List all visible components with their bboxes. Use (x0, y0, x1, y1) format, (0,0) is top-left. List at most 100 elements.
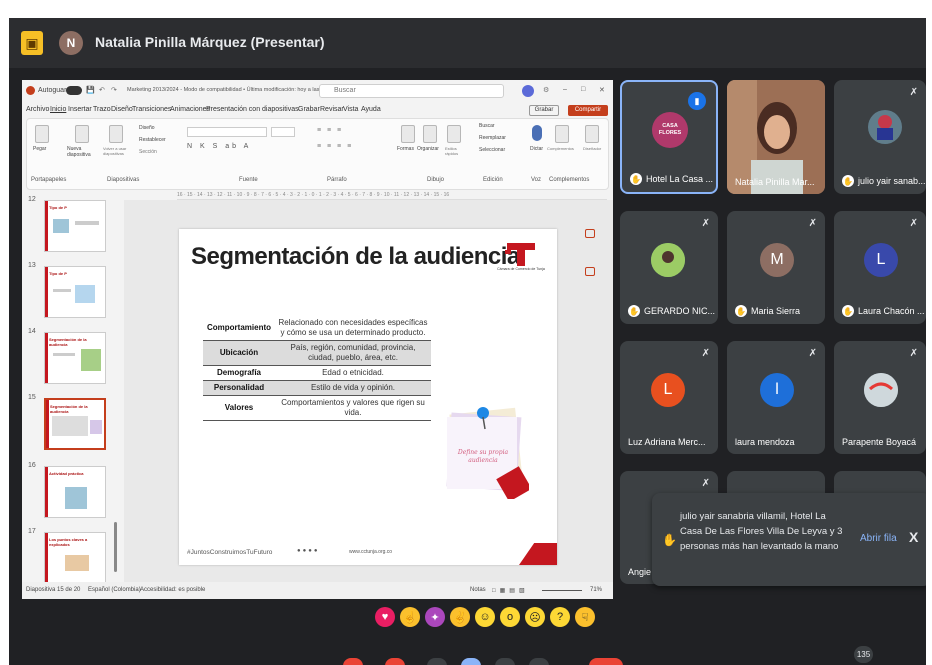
screen: ▣ N Natalia Pinilla Márquez (Presentar) … (0, 0, 932, 665)
menu-presentacion[interactable]: Presentación con diapositivas (206, 106, 299, 113)
close-notification-button[interactable]: X (909, 529, 918, 545)
shapes-icon[interactable] (401, 125, 415, 143)
menu-ayuda[interactable]: Ayuda (361, 106, 381, 113)
hand-button[interactable] (529, 658, 549, 665)
participant-avatar (864, 373, 898, 407)
comment-icon[interactable] (585, 229, 595, 238)
slide-thumb-15[interactable]: Segmentación de la audiencia (44, 398, 106, 450)
font-size-box[interactable] (271, 127, 295, 137)
settings-icon[interactable]: ⚙ (543, 86, 549, 94)
table-row: Valores Comportamientos y valores que rig… (203, 395, 431, 421)
participant-tile-natalia[interactable]: Natalia Pinilla Mar... (727, 80, 825, 194)
menu-grabar[interactable]: Grabar (298, 106, 320, 113)
view-buttons[interactable]: □▦▤▧ (492, 587, 529, 594)
font-format-buttons[interactable]: N K S ab A (187, 143, 251, 150)
thumbs-down-icon[interactable]: ☟ (575, 607, 595, 627)
slide-thumb-16[interactable]: Actividad práctica (44, 466, 106, 518)
save-icon[interactable]: 💾 (86, 86, 95, 94)
arrange-icon[interactable] (423, 125, 437, 143)
replace-label[interactable]: Reemplazar (479, 135, 506, 141)
record-button[interactable]: Grabar (529, 105, 559, 116)
menu-transiciones[interactable]: Transiciones (132, 106, 171, 113)
surprise-icon[interactable]: o (500, 607, 520, 627)
reuse-slides-icon[interactable] (109, 125, 123, 143)
participant-tile-maria[interactable]: M ✗ ✋ Maria Sierra (727, 211, 825, 324)
participant-tile-laura-mendoza[interactable]: l ✗ laura mendoza (727, 341, 825, 454)
thumbs-scrollbar[interactable] (114, 522, 117, 572)
clap-icon[interactable]: ✌ (450, 607, 470, 627)
maximize-icon[interactable]: □ (581, 86, 585, 93)
section-label[interactable]: Sección (139, 149, 157, 155)
autosave-toggle[interactable] (66, 86, 82, 95)
mic-button[interactable] (343, 658, 363, 665)
reactions-button[interactable] (461, 658, 481, 665)
menu-insertar[interactable]: Insertar (68, 106, 92, 113)
menu-vista[interactable]: Vista (343, 106, 358, 113)
new-slide-icon[interactable] (75, 125, 89, 143)
participant-tile-laura-chacon[interactable]: L ✗ ✋ Laura Chacón ... (834, 211, 926, 324)
mic-off-icon: ✗ (909, 348, 918, 359)
close-icon[interactable]: ✕ (599, 86, 605, 94)
notes-button[interactable]: Notas (470, 587, 486, 593)
leave-call-button[interactable] (589, 658, 623, 665)
meeting-controls (9, 658, 926, 665)
slide: Segmentación de la audiencia Cámara de C… (179, 229, 557, 565)
slide-thumb-17[interactable]: Los puntos claves a explicados (44, 532, 106, 584)
paragraph-buttons[interactable]: ≡ ≡ ≡ (317, 127, 343, 134)
font-name-box[interactable] (187, 127, 267, 137)
find-label[interactable]: Buscar (479, 123, 495, 129)
zoom-level[interactable]: 71% (590, 587, 602, 593)
group-voice: Voz (531, 177, 542, 183)
paste-icon[interactable] (35, 125, 49, 143)
party-icon[interactable]: ✦ (425, 607, 445, 627)
share-button[interactable]: Compartir (568, 105, 608, 116)
slide-thumb-14[interactable]: Segmentación de la audiencia (44, 332, 106, 384)
mic-off-icon: ✗ (909, 87, 918, 98)
layout-label[interactable]: Diseño (139, 125, 155, 131)
menu-diseno[interactable]: Diseño (111, 106, 133, 113)
slide-thumb-13[interactable]: Tipo de P (44, 266, 106, 318)
menu-inicio[interactable]: Inicio (50, 106, 66, 113)
thumbs-up-icon[interactable]: ☝ (400, 607, 420, 627)
reset-label[interactable]: Restablecer (139, 137, 166, 143)
align-buttons[interactable]: ≡ ≡ ≡ ≡ (317, 143, 353, 150)
cry-icon[interactable]: ☹ (525, 607, 545, 627)
undo-icon[interactable]: ↶ (99, 86, 105, 94)
heart-icon[interactable]: ♥ (375, 607, 395, 627)
participant-tile-parapente[interactable]: ✗ Parapente Boyacá (834, 341, 926, 454)
search-box[interactable]: Buscar (319, 84, 504, 98)
laugh-icon[interactable]: ☺ (475, 607, 495, 627)
captions-button[interactable] (427, 658, 447, 665)
present-icon[interactable]: ▣ (21, 31, 43, 55)
accessibility-status[interactable]: Accesibilidad: es posible (140, 587, 205, 593)
minimize-icon[interactable]: – (563, 86, 567, 93)
participants-count[interactable]: 135 (854, 646, 873, 663)
menu-trazo[interactable]: Trazo (93, 106, 111, 113)
participant-tile-julio[interactable]: ✗ ✋ julio yair sanab... (834, 80, 926, 194)
user-avatar[interactable] (522, 85, 534, 97)
participant-tile-hotel[interactable]: CASA FLORES ▮ ✋ Hotel La Casa ... (620, 80, 718, 194)
participant-name-text: Angie (628, 567, 652, 577)
present-button[interactable] (495, 658, 515, 665)
menu-archivo[interactable]: Archivo (26, 106, 49, 113)
comment-icon[interactable] (585, 267, 595, 276)
menu-revisar[interactable]: Revisar (320, 106, 344, 113)
zoom-slider[interactable] (542, 590, 582, 591)
ruler: 16 · 15 · 14 · 13 · 12 · 11 · 10 · 9 · 8… (177, 192, 607, 200)
open-queue-button[interactable]: Abrir fila (860, 533, 897, 544)
language[interactable]: Español (Colombia) (88, 587, 141, 593)
participant-tile-luz[interactable]: L ✗ Luz Adriana Merc... (620, 341, 718, 454)
participant-tile-gerardo[interactable]: ✗ ✋ GERARDO NIC... (620, 211, 718, 324)
dictate-icon[interactable] (532, 125, 542, 141)
select-label[interactable]: Seleccionar (479, 147, 505, 153)
thinking-icon[interactable]: ? (550, 607, 570, 627)
slide-thumb-12[interactable]: Tipo de P (44, 200, 106, 252)
menu-animaciones[interactable]: Animaciones (170, 106, 210, 113)
redo-icon[interactable]: ↷ (111, 86, 117, 94)
table-row: Comportamiento Relacionado con necesidade… (203, 316, 431, 341)
titlebar: Autoguardado 💾 ↶ ↷ Marketing 2013/2024 -… (22, 80, 613, 102)
quick-styles-icon[interactable] (447, 125, 461, 143)
addins-icon[interactable] (555, 125, 569, 143)
camera-button[interactable] (385, 658, 405, 665)
designer-icon[interactable] (585, 125, 599, 143)
